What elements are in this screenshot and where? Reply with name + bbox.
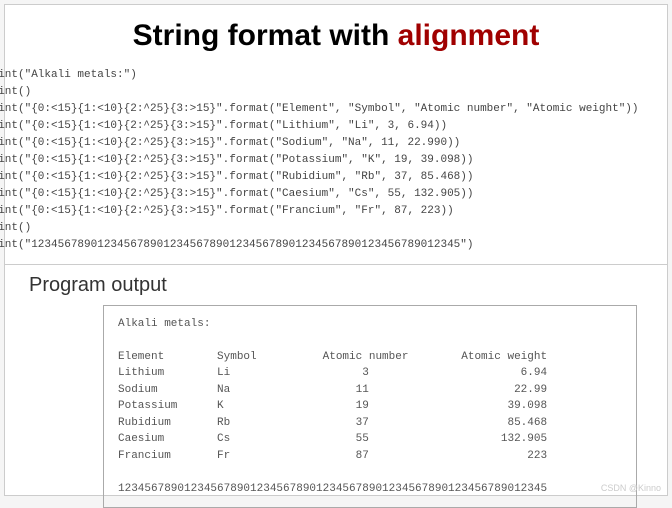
watermark: CSDN @Kinno	[601, 483, 661, 493]
code-line: print("{0:<15}{1:<10}{2:^25}{3:>15}".for…	[0, 120, 447, 132]
output-heading: Program output	[5, 271, 667, 305]
output-line: Alkali metals:	[118, 318, 210, 330]
title-text-accent: alignment	[398, 19, 540, 52]
output-line: Rubidium Rb 37 85.468	[118, 417, 547, 429]
output-line: 1234567890123456789012345678901234567890…	[118, 483, 547, 495]
code-line: print("{0:<15}{1:<10}{2:^25}{3:>15}".for…	[0, 205, 454, 217]
title-text-main: String format with	[133, 19, 398, 52]
code-line: print()	[0, 222, 31, 234]
output-line: Element Symbol Atomic number Atomic weig…	[118, 351, 547, 363]
code-block: print("Alkali metals:") print() print("{…	[0, 63, 667, 263]
output-line: Sodium Na 11 22.99	[118, 384, 547, 396]
output-line: Caesium Cs 55 132.905	[118, 433, 547, 445]
program-output-box: Alkali metals: Element Symbol Atomic num…	[103, 305, 637, 508]
output-line: Lithium Li 3 6.94	[118, 367, 547, 379]
output-line: Francium Fr 87 223	[118, 450, 547, 462]
divider	[5, 264, 667, 265]
code-line: print()	[0, 86, 31, 98]
code-line: print("{0:<15}{1:<10}{2:^25}{3:>15}".for…	[0, 137, 460, 149]
slide-container: String format with alignment print("Alka…	[4, 4, 668, 496]
slide-title: String format with alignment	[5, 5, 667, 63]
code-line: print("{0:<15}{1:<10}{2:^25}{3:>15}".for…	[0, 103, 639, 115]
code-line: print("Alkali metals:")	[0, 69, 137, 81]
code-line: print("123456789012345678901234567890123…	[0, 239, 473, 251]
code-line: print("{0:<15}{1:<10}{2:^25}{3:>15}".for…	[0, 154, 473, 166]
code-line: print("{0:<15}{1:<10}{2:^25}{3:>15}".for…	[0, 171, 473, 183]
output-line: Potassium K 19 39.098	[118, 400, 547, 412]
code-line: print("{0:<15}{1:<10}{2:^25}{3:>15}".for…	[0, 188, 473, 200]
